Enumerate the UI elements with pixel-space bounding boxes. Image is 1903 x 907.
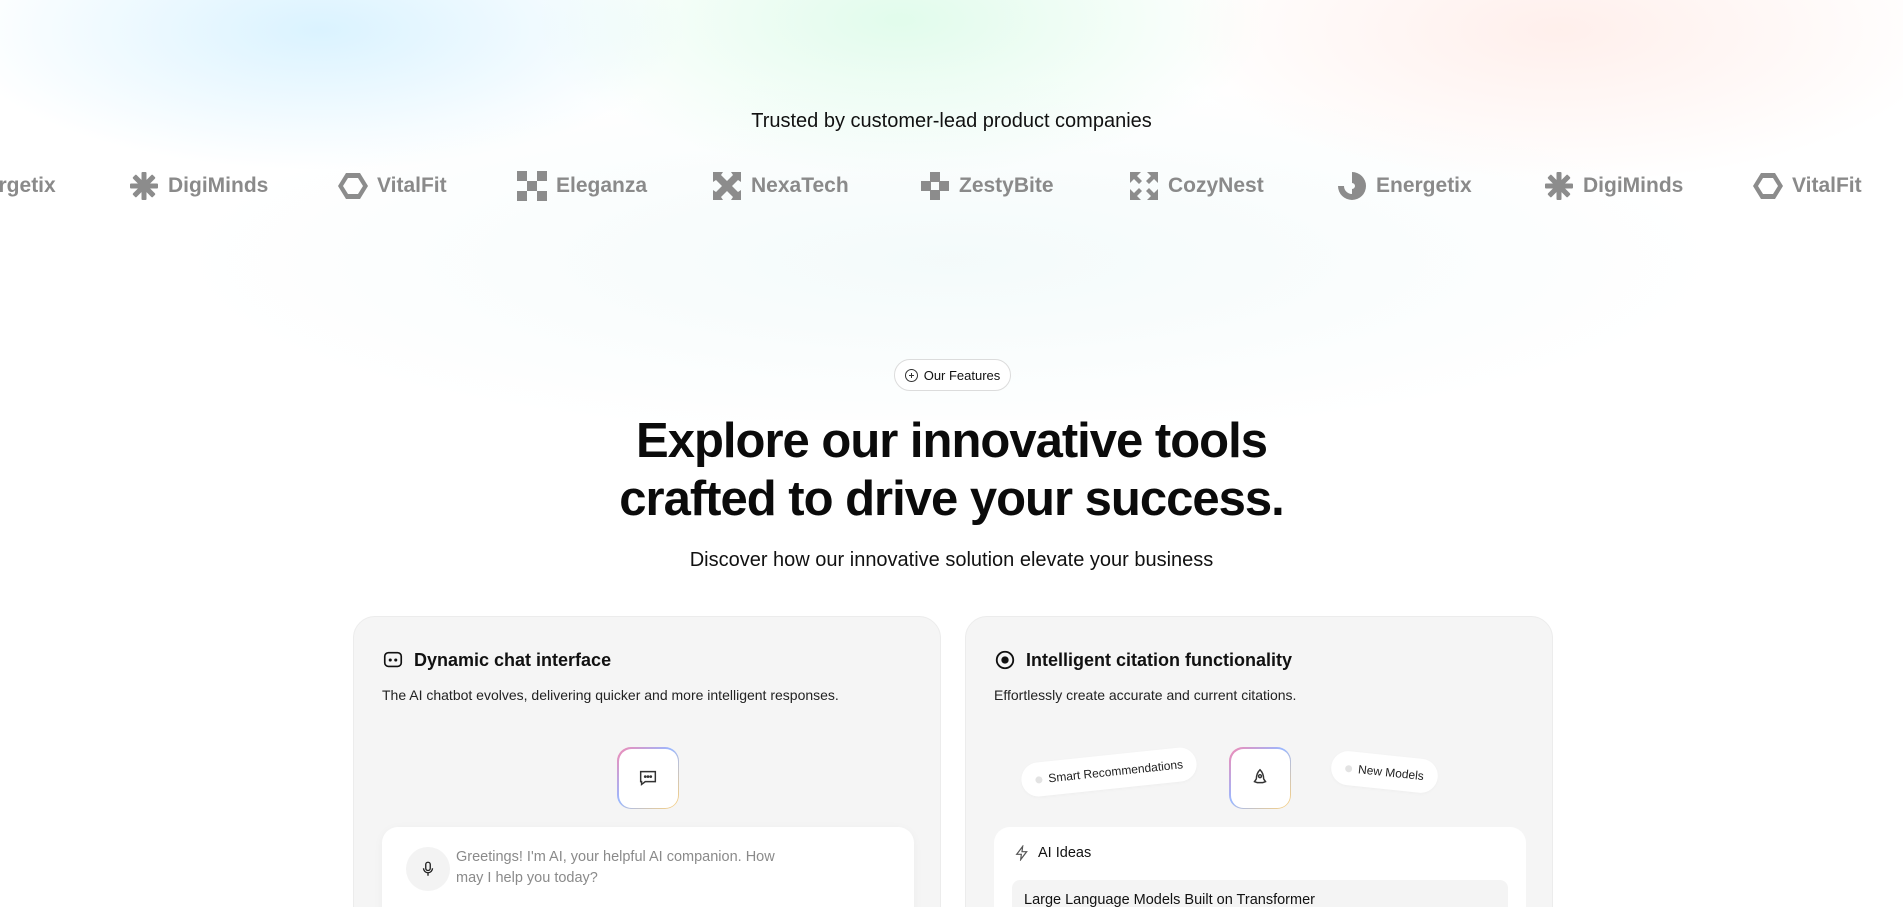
logo-name: Eleganza [556,174,648,197]
logo-cozynest: CozyNest [1128,168,1264,204]
card-title: Dynamic chat interface [382,649,611,671]
microphone-icon [422,861,434,876]
logo-vitalfit-2: VitalFit [1752,168,1862,204]
card-title-text: Dynamic chat interface [414,649,612,670]
logo-name: Energetix [1376,174,1472,197]
tag-label: Smart Recommendations [1047,757,1184,786]
target-icon [995,650,1015,670]
feature-card-citation: Intelligent citation functionality Effor… [965,616,1553,907]
message-dots-icon [639,770,657,786]
trusted-heading: Trusted by customer-lead product compani… [751,110,1152,132]
hero-gradient-background [0,0,1903,420]
badge-label: Our Features [923,367,1001,383]
checker-icon [517,171,547,201]
ai-ideas-panel: AI Ideas Large Language Models Built on … [994,827,1526,907]
expand-icon [1130,172,1158,200]
asterisk-icon [1545,172,1573,200]
tag-new-models: New Models [1329,749,1440,795]
headline-line-1: Explore our innovative tools [636,414,1268,468]
logo-name: VitalFit [377,174,447,197]
our-features-badge: Our Features [894,359,1011,391]
logo-name: DigiMinds [1583,174,1684,197]
ai-ideas-label: AI Ideas [1038,845,1092,861]
citation-feature-icon-box [1229,747,1291,809]
tag-dot [1344,764,1353,773]
pixel-cross-icon [921,172,949,200]
logo-name: DigiMinds [168,174,269,197]
tag-dot [1035,775,1043,784]
logo-name: CozyNest [1168,174,1264,197]
logo-eleganza: Eleganza [516,168,647,204]
chat-feature-icon-box [617,747,679,809]
logo-zestybite: ZestyBite [919,168,1054,204]
x-arrows-icon [713,172,741,200]
logo-digiminds: DigiMinds [128,168,268,204]
feature-card-chat: Dynamic chat interface The AI chatbot ev… [353,616,941,907]
swirl-icon [1338,172,1366,200]
lightning-icon [1015,845,1028,861]
tag-smart-recommendations: Smart Recommendations [1019,745,1199,799]
card-description: The AI chatbot evolves, delivering quick… [382,687,839,703]
asterisk-icon [130,172,158,200]
chat-input-panel: Greetings! I'm AI, your helpful AI compa… [382,827,914,907]
ai-idea-item[interactable]: Large Language Models Built on Transform… [1012,880,1508,907]
logo-name: ZestyBite [959,174,1054,197]
card-title: Intelligent citation functionality [994,649,1292,671]
headline-line-2: crafted to drive your success. [619,472,1284,526]
card-description: Effortlessly create accurate and current… [994,687,1297,703]
features-headline: Explore our innovative tools crafted to … [0,412,1903,528]
logo-name: Energetix [0,174,56,197]
logo-vitalfit: VitalFit [337,168,447,204]
logo-energetix-2: Energetix [1336,168,1472,204]
card-title-text: Intelligent citation functionality [1026,649,1293,670]
features-subheading: Discover how our innovative solution ele… [689,549,1214,571]
chat-bubble-icon [383,651,403,668]
logo-nexatech: NexaTech [711,168,849,204]
logo-name: NexaTech [751,174,849,197]
hexagon-icon [1753,173,1783,199]
ai-ideas-heading: AI Ideas [1014,845,1091,861]
microphone-button[interactable] [406,847,450,891]
logo-marquee: Energetix DigiMinds VitalFit Eleganza Ne… [0,168,1903,204]
logo-digiminds-2: DigiMinds [1543,168,1683,204]
plus-circle-icon [904,368,918,382]
chat-greeting-text: Greetings! I'm AI, your helpful AI compa… [456,849,775,886]
rocket-icon [1253,768,1267,784]
hexagon-icon [338,173,368,199]
logo-energetix: Energetix [0,168,56,204]
tag-label: New Models [1357,762,1425,784]
logo-name: VitalFit [1792,174,1862,197]
